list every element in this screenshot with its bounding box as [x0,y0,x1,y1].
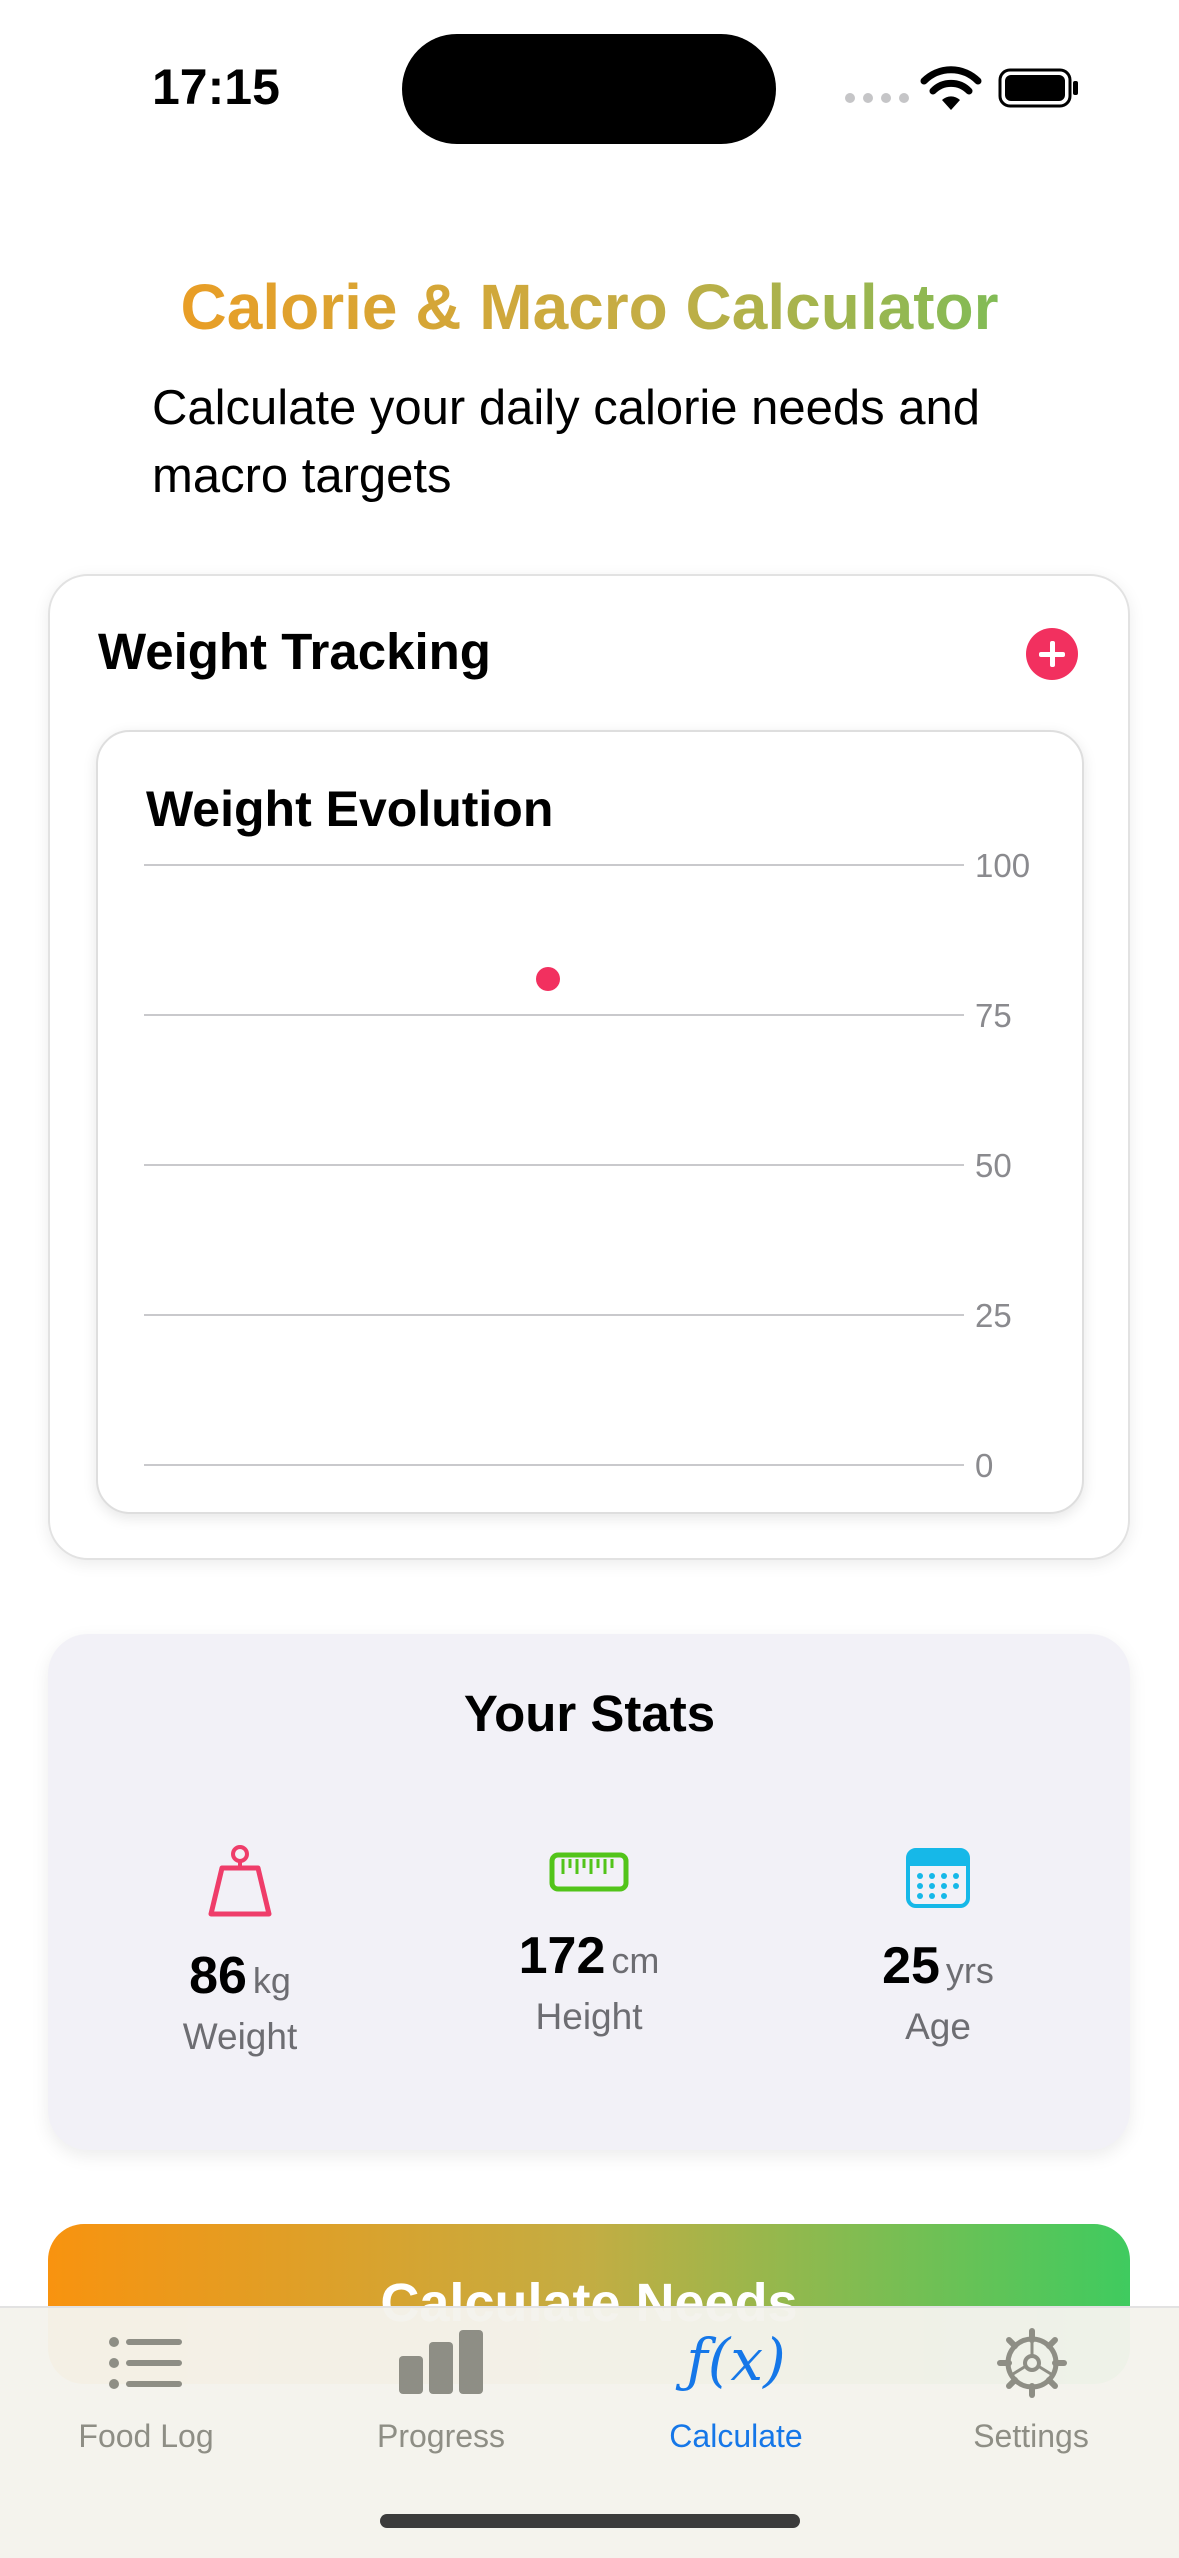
stat-weight-value: 86 [189,1947,247,2005]
add-weight-button[interactable] [1026,628,1078,680]
weight-tracking-title: Weight Tracking [98,623,491,680]
wifi-icon [920,66,982,110]
list-icon [109,2337,182,2389]
stat-age-unit: yrs [945,1950,994,1991]
page-title: Calorie & Macro Calculator [0,270,1179,344]
weight-icon [208,1845,272,1917]
stat-age-value-line: 25 yrs [794,1936,1082,1996]
stat-weight-unit: kg [252,1960,291,2001]
stat-height-label: Height [535,1996,643,2037]
stat-weight-value-line: 86 kg [96,1946,384,2006]
stat-age-tile[interactable]: 25 yrs Age [794,1796,1082,2100]
bar-chart-icon [399,2330,483,2394]
dynamic-island [402,34,776,144]
stats-title: Your Stats [463,1685,716,1742]
status-time: 17:15 [152,59,280,115]
stat-age-label: Age [905,2006,971,2047]
tab-progress-label: Progress [376,2418,506,2454]
stat-height-tile[interactable]: 172 cm Height [445,1806,733,2088]
stat-height-value-line: 172 cm [445,1926,733,1986]
tab-settings[interactable]: Settings [901,2314,1161,2464]
stat-age-value: 25 [882,1937,940,1995]
calendar-icon [906,1848,970,1908]
stat-height-unit: cm [611,1940,660,1981]
tab-progress[interactable]: Progress [311,2314,571,2464]
tab-settings-label: Settings [973,2418,1089,2454]
battery-icon [998,68,1078,108]
gear-icon [997,2328,1067,2398]
stat-weight-label: Weight [182,2016,298,2057]
tab-calculate-label: Calculate [669,2418,803,2454]
chart-title: Weight Evolution [146,781,554,837]
stat-height-value: 172 [518,1927,606,1985]
ruler-icon [549,1852,629,1892]
tab-calculate[interactable]: ƒ(x) Calculate [606,2314,866,2464]
weight-evolution-chart-card [96,730,1084,1514]
function-icon: ƒ(x) [686,2326,786,2394]
tab-food-log[interactable]: Food Log [16,2314,276,2464]
home-indicator [380,2514,800,2528]
tab-food-log-label: Food Log [78,2418,214,2454]
page-subtitle: Calculate your daily calorie needs and m… [152,381,981,503]
cellular-signal-icon [845,93,909,103]
stat-weight-tile[interactable]: 86 kg Weight [96,1790,384,2104]
